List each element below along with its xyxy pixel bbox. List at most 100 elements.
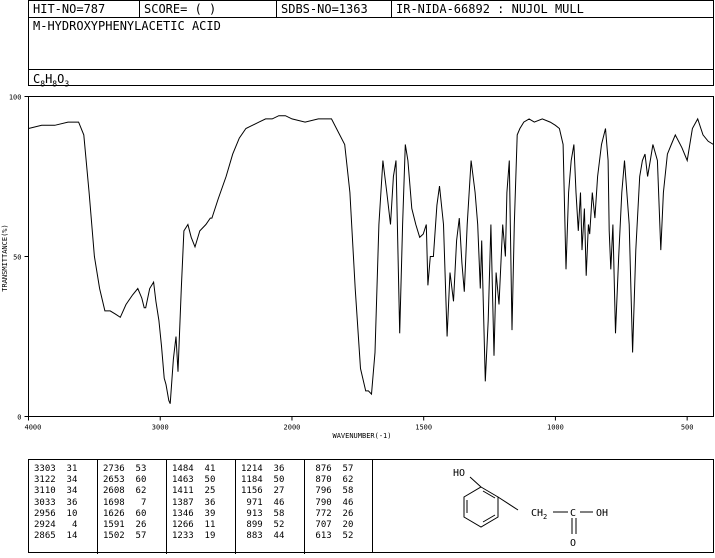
sdbs-no-cell: SDBS-NO=1363 xyxy=(277,1,392,18)
y-axis-label: TRANSMITTANCE(%) xyxy=(1,224,9,291)
peak-wavenumber: 971 xyxy=(241,497,263,508)
peak-transmittance: 20 xyxy=(331,519,354,530)
peak-entry: 870 62 xyxy=(305,475,374,486)
peak-wavenumber: 3303 xyxy=(34,464,56,474)
peak-entry: 613 52 xyxy=(305,531,374,542)
peak-entry: 1484 41 xyxy=(167,464,235,475)
peak-transmittance: 58 xyxy=(262,508,285,519)
score-cell: SCORE= ( ) xyxy=(140,1,277,18)
compound-name-row: M-HYDROXYPHENYLACETIC ACID xyxy=(29,18,713,70)
peak-wavenumber: 1484 xyxy=(172,464,194,474)
peak-transmittance: 26 xyxy=(331,508,354,519)
peak-wavenumber: 2865 xyxy=(34,531,56,542)
peak-entry: 790 46 xyxy=(305,498,374,509)
peak-transmittance: 27 xyxy=(262,486,285,497)
peak-entry: 1411 25 xyxy=(167,486,235,497)
peak-entry: 1184 50 xyxy=(236,475,304,486)
peak-transmittance: 53 xyxy=(124,464,147,474)
peak-entry: 883 44 xyxy=(236,531,304,542)
peak-entry: 2608 62 xyxy=(98,486,166,497)
peak-entry: 876 57 xyxy=(305,464,374,475)
peak-column: 3303 31 3122 34 3110 34 3033 36 2956 10 2924 … xyxy=(29,460,98,554)
x-tick-label: 2000 xyxy=(284,424,301,432)
carboxyl-oh-label: OH xyxy=(596,508,608,519)
peak-wavenumber: 1214 xyxy=(241,464,263,474)
peak-transmittance: 26 xyxy=(124,519,147,530)
peak-wavenumber: 1233 xyxy=(172,531,194,542)
peak-transmittance: 11 xyxy=(193,519,216,530)
peak-transmittance: 46 xyxy=(331,497,354,508)
benzene-ring xyxy=(463,486,499,528)
molecular-formula: C8H8O3 xyxy=(33,72,69,88)
peak-entry: 3122 34 xyxy=(29,475,97,486)
peak-entry: 796 58 xyxy=(305,486,374,497)
peak-wavenumber: 1156 xyxy=(241,486,263,497)
peak-entry: 772 26 xyxy=(305,509,374,520)
peak-column: 1484 41 1463 50 1411 25 1387 36 1346 39 1266 … xyxy=(167,460,236,554)
peak-column: 876 57 870 62 796 58 790 46 772 26 707 2… xyxy=(305,460,374,554)
peak-entry: 1266 11 xyxy=(167,520,235,531)
ch2-bond xyxy=(497,496,519,511)
peak-wavenumber: 1591 xyxy=(103,519,125,530)
peak-transmittance: 60 xyxy=(124,508,147,519)
peak-entry: 2736 53 xyxy=(98,464,166,475)
ch2-subscript: 2 xyxy=(543,513,547,521)
y-tick-label: 50 xyxy=(13,254,21,262)
peak-entry: 2924 4 xyxy=(29,520,97,531)
peak-column: 2736 53 2653 60 2608 62 1698 7 1626 60 1591 2… xyxy=(98,460,167,554)
peak-transmittance: 44 xyxy=(262,531,285,542)
x-tick-label: 1500 xyxy=(415,424,432,432)
peak-wavenumber: 1698 xyxy=(103,497,125,508)
peak-wavenumber: 3033 xyxy=(34,497,56,508)
peak-wavenumber: 899 xyxy=(241,519,263,530)
peak-entry: 1214 36 xyxy=(236,464,304,475)
compound-name: M-HYDROXYPHENYLACETIC ACID xyxy=(33,19,221,33)
peak-wavenumber: 3110 xyxy=(34,486,56,497)
header-panel: HIT-NO=787 SCORE= ( ) SDBS-NO=1363 IR-NI… xyxy=(28,0,714,88)
peak-entry: 3303 31 xyxy=(29,464,97,475)
peak-entry: 707 20 xyxy=(305,520,374,531)
peak-entry: 913 58 xyxy=(236,509,304,520)
peak-transmittance: 52 xyxy=(331,531,354,542)
peak-entry: 1156 27 xyxy=(236,486,304,497)
y-tick-label: 100 xyxy=(9,94,22,102)
peak-entry: 3033 36 xyxy=(29,498,97,509)
y-tick-label: 0 xyxy=(17,414,21,422)
peak-column: 1214 36 1184 50 1156 27 971 46 913 58 899 … xyxy=(236,460,305,554)
peak-transmittance: 57 xyxy=(331,464,354,474)
oh-bond xyxy=(469,476,482,488)
peak-transmittance: 39 xyxy=(193,508,216,519)
ring-double-bond xyxy=(482,514,496,523)
x-tick-label: 1000 xyxy=(547,424,564,432)
peak-entry: 1346 39 xyxy=(167,509,235,520)
peak-entry: 2653 60 xyxy=(98,475,166,486)
peak-transmittance: 62 xyxy=(124,486,147,497)
peak-entry: 1463 50 xyxy=(167,475,235,486)
peak-transmittance: 14 xyxy=(55,531,78,542)
peak-wavenumber: 876 xyxy=(310,464,332,474)
peak-transmittance: 4 xyxy=(55,519,78,530)
spectrum-line xyxy=(28,115,714,404)
peak-wavenumber: 883 xyxy=(241,531,263,542)
x-axis-ticks: 4000 3000 2000 1500 1000 500 xyxy=(25,416,693,432)
peak-entry: 971 46 xyxy=(236,498,304,509)
structure-panel: HO CH2 C OH O xyxy=(373,459,714,553)
header-top-row: HIT-NO=787 SCORE= ( ) SDBS-NO=1363 IR-NI… xyxy=(29,1,713,18)
peak-wavenumber: 790 xyxy=(310,497,332,508)
peak-entry: 899 52 xyxy=(236,520,304,531)
peak-transmittance: 31 xyxy=(55,464,78,474)
peak-transmittance: 36 xyxy=(193,497,216,508)
x-axis-label: WAVENUMBER(-1) xyxy=(332,432,391,440)
ch2-text: CH xyxy=(531,508,543,519)
oh-label: HO xyxy=(453,468,465,479)
peak-wavenumber: 613 xyxy=(310,531,332,542)
peak-wavenumber: 2736 xyxy=(103,464,125,474)
peak-transmittance: 58 xyxy=(331,486,354,497)
carbonyl-o-label: O xyxy=(570,538,576,549)
peak-wavenumber: 707 xyxy=(310,519,332,530)
peak-transmittance: 46 xyxy=(262,497,285,508)
hit-no-cell: HIT-NO=787 xyxy=(29,1,140,18)
peak-transmittance: 7 xyxy=(124,497,147,508)
peak-wavenumber: 1266 xyxy=(172,519,194,530)
peak-wavenumber: 1184 xyxy=(241,475,263,486)
